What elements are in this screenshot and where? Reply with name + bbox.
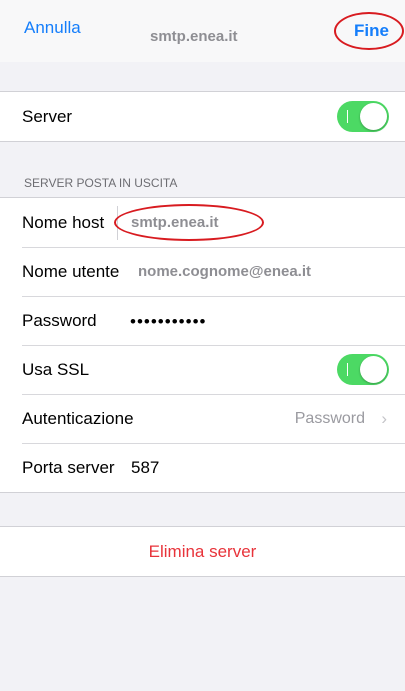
username-row[interactable]: Nome utente nome.cognome@enea.it	[0, 247, 405, 296]
auth-value: Password	[294, 410, 365, 427]
delete-row[interactable]: Elimina server	[0, 527, 405, 576]
auth-label: Autenticazione	[22, 409, 134, 428]
ssl-row: Usa SSL	[0, 345, 405, 394]
password-field[interactable]: •••••••••••	[130, 312, 206, 332]
delete-server-button[interactable]: Elimina server	[0, 542, 405, 562]
toggle-knob	[360, 103, 387, 130]
port-field[interactable]: 587	[131, 458, 159, 478]
port-row[interactable]: Porta server 587	[0, 443, 405, 492]
host-label: Nome host	[22, 213, 105, 232]
username-label: Nome utente	[22, 262, 120, 281]
ssl-toggle[interactable]	[337, 354, 389, 385]
server-group: Server	[0, 91, 405, 142]
password-label: Password	[22, 311, 97, 330]
host-row[interactable]: Nome host smtp.enea.it	[0, 198, 405, 247]
password-row[interactable]: Password •••••••••••	[0, 296, 405, 345]
auth-row[interactable]: Autenticazione Password ›	[0, 394, 405, 443]
nav-title: smtp.enea.it	[150, 28, 238, 45]
annotation-circle-host	[114, 204, 264, 241]
outgoing-server-group: Nome host smtp.enea.it Nome utente nome.…	[0, 197, 405, 493]
chevron-right-icon: ›	[381, 409, 387, 428]
server-label: Server	[22, 107, 73, 126]
delete-group: Elimina server	[0, 526, 405, 577]
cancel-button[interactable]: Annulla	[24, 18, 81, 38]
section-header-outgoing: SERVER POSTA IN USCITA	[24, 176, 178, 190]
toggle-on-mark-icon	[347, 363, 348, 376]
navigation-bar: Annulla smtp.enea.it Fine	[0, 0, 405, 62]
toggle-on-mark-icon	[347, 110, 348, 123]
server-toggle[interactable]	[337, 101, 389, 132]
username-field[interactable]: nome.cognome@enea.it	[138, 263, 311, 280]
ssl-label: Usa SSL	[22, 360, 90, 379]
port-label: Porta server	[22, 458, 115, 477]
toggle-knob	[360, 356, 387, 383]
annotation-circle-done	[334, 12, 404, 50]
server-row: Server	[0, 92, 405, 141]
